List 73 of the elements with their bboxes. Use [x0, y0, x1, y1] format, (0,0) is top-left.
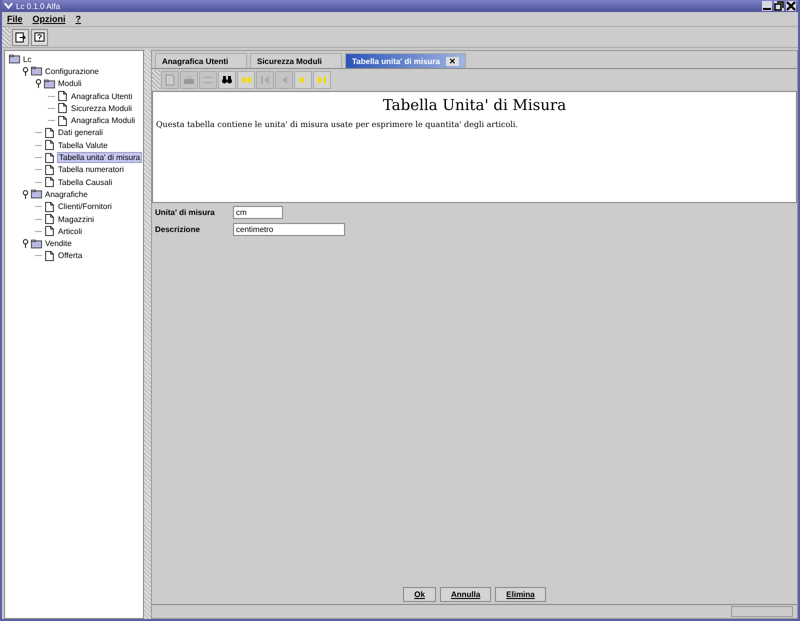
- document-icon: [44, 128, 55, 138]
- input-field[interactable]: cm: [233, 206, 283, 219]
- tree-item[interactable]: Vendite: [44, 239, 73, 248]
- dialog-button[interactable]: Elimina: [495, 587, 546, 602]
- document-icon: [44, 250, 55, 261]
- folder-icon: [31, 238, 42, 249]
- toolbar-button[interactable]: [31, 28, 48, 46]
- toolbar-grip[interactable]: [152, 70, 160, 90]
- tab[interactable]: Tabella unita' di misura ✕: [345, 53, 466, 68]
- document-icon: [44, 226, 55, 236]
- document-icon: [57, 116, 68, 126]
- help-icon: [34, 32, 45, 42]
- tab[interactable]: Sicurezza Moduli: [250, 53, 342, 68]
- tree-item[interactable]: Tabella Causali: [57, 178, 114, 187]
- expanded-handle-icon[interactable]: [22, 66, 29, 76]
- tree-item[interactable]: Tabella unita' di misura: [57, 152, 142, 164]
- menu-item[interactable]: Opzioni: [32, 14, 66, 24]
- folder-icon: [31, 189, 42, 200]
- tree-item[interactable]: Sicurezza Moduli: [70, 104, 133, 113]
- menu-item[interactable]: ?: [76, 14, 82, 24]
- document-icon: [44, 214, 55, 224]
- tree-item[interactable]: Magazzini: [57, 214, 96, 224]
- folder-icon: [31, 66, 42, 76]
- minimize-icon[interactable]: [762, 1, 772, 11]
- toolbar-grip[interactable]: [2, 27, 10, 47]
- close-tab-icon[interactable]: ✕: [446, 56, 459, 66]
- tree-item[interactable]: Configurazione: [44, 66, 100, 76]
- tree-item[interactable]: Offerta: [57, 251, 84, 260]
- prev-page-icon: [259, 74, 271, 86]
- close-icon[interactable]: [786, 1, 796, 11]
- document-icon: [44, 177, 55, 188]
- input-field[interactable]: centimetro: [233, 223, 345, 236]
- tree-item[interactable]: Anagrafica Utenti: [70, 92, 134, 101]
- search-icon: [221, 74, 233, 86]
- search-button[interactable]: [218, 71, 236, 89]
- document-icon: [44, 202, 55, 212]
- print-icon: [183, 74, 195, 86]
- restore-icon[interactable]: [774, 1, 784, 11]
- document-icon: [57, 91, 68, 102]
- last-icon: [316, 74, 328, 86]
- field-label: Descrizione: [155, 225, 201, 234]
- window-title: Lc 0.1.0 Alfa: [16, 2, 60, 10]
- document-icon: [44, 140, 55, 150]
- dialog-button[interactable]: Annulla: [440, 587, 492, 602]
- dialog-button[interactable]: Ok: [403, 587, 436, 602]
- exit-icon: [15, 32, 26, 42]
- tree-item[interactable]: Articoli: [57, 226, 84, 236]
- new-icon: [164, 74, 176, 86]
- tree-item[interactable]: Dati generali: [57, 128, 104, 138]
- chevron-icon[interactable]: [4, 2, 13, 10]
- document-icon: [57, 103, 68, 114]
- document-icon: [44, 164, 55, 175]
- tree-item[interactable]: Clienti/Fornitori: [57, 202, 113, 212]
- folder-icon: [9, 54, 20, 64]
- tree-item[interactable]: Lc: [22, 54, 32, 64]
- toolbar-button[interactable]: [12, 28, 29, 46]
- tree-item[interactable]: Anagrafiche: [44, 190, 89, 199]
- expanded-handle-icon[interactable]: [35, 79, 42, 88]
- expanded-handle-icon[interactable]: [22, 239, 29, 248]
- expanded-handle-icon[interactable]: [22, 190, 29, 199]
- field-label: Unita' di misura: [155, 208, 216, 217]
- tree-item[interactable]: Tabella numeratori: [57, 165, 125, 174]
- tab[interactable]: Anagrafica Utenti: [155, 53, 247, 68]
- document-icon: [44, 152, 55, 163]
- first-icon: [240, 74, 252, 86]
- description-text: Questa tabella contiene le unita' di misura usate per esprimere le quantita' degli articoli.: [155, 119, 519, 131]
- menu-item[interactable]: File: [7, 14, 23, 24]
- tree-item[interactable]: Anagrafica Moduli: [70, 116, 136, 126]
- folder-icon: [44, 78, 55, 89]
- tree-item[interactable]: Tabella Valute: [57, 140, 109, 150]
- tree-item[interactable]: Moduli: [57, 79, 83, 88]
- page-title: Tabella Unita' di Misura: [382, 95, 568, 114]
- grid-icon: [202, 74, 214, 86]
